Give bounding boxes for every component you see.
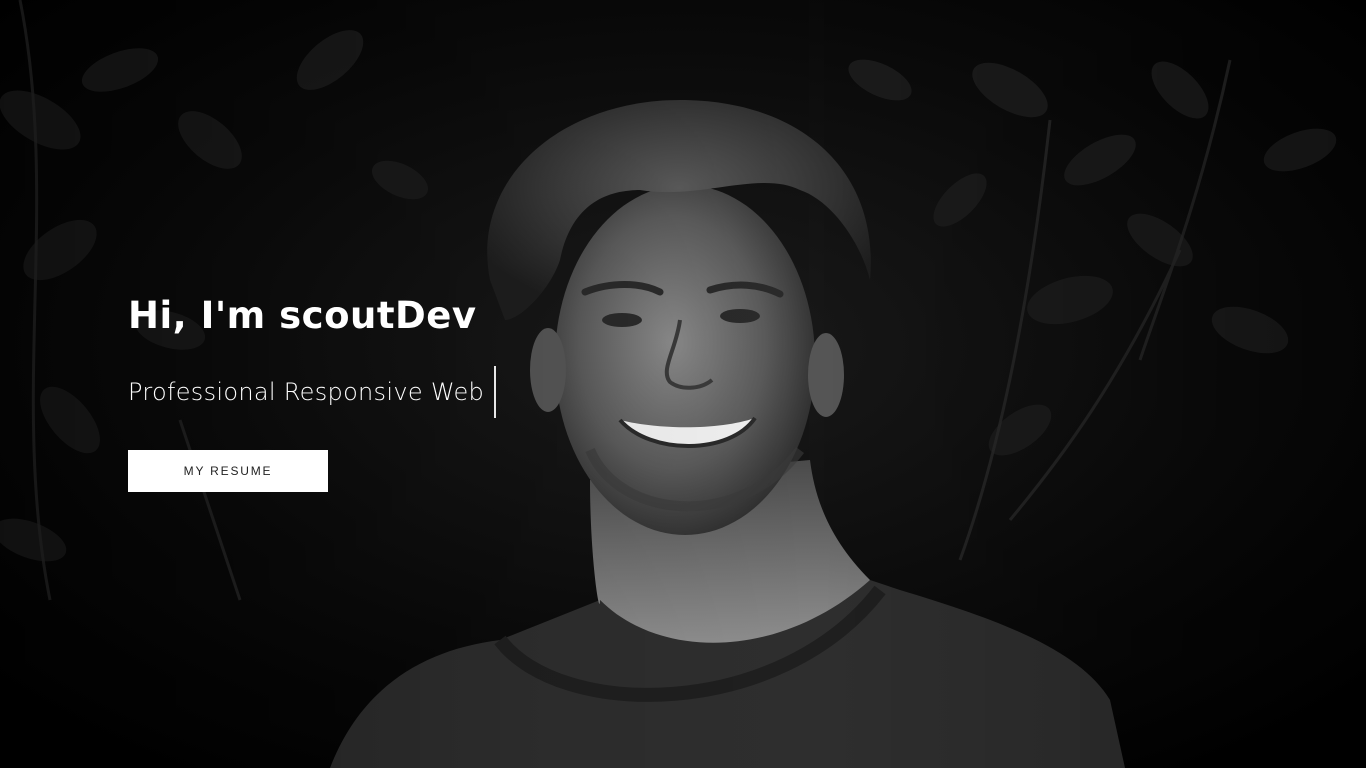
hero-subtitle: Professional Responsive Web — [128, 366, 497, 418]
my-resume-button[interactable]: MY RESUME — [128, 450, 328, 492]
hero-content: Hi, I'm scoutDev Professional Responsive… — [128, 292, 497, 492]
hero-title: Hi, I'm scoutDev — [128, 294, 477, 337]
hero-section: Hi, I'm scoutDev Professional Responsive… — [0, 0, 1366, 768]
typing-cursor — [494, 366, 497, 418]
typed-subtitle-text: Professional Responsive Web — [128, 378, 485, 406]
